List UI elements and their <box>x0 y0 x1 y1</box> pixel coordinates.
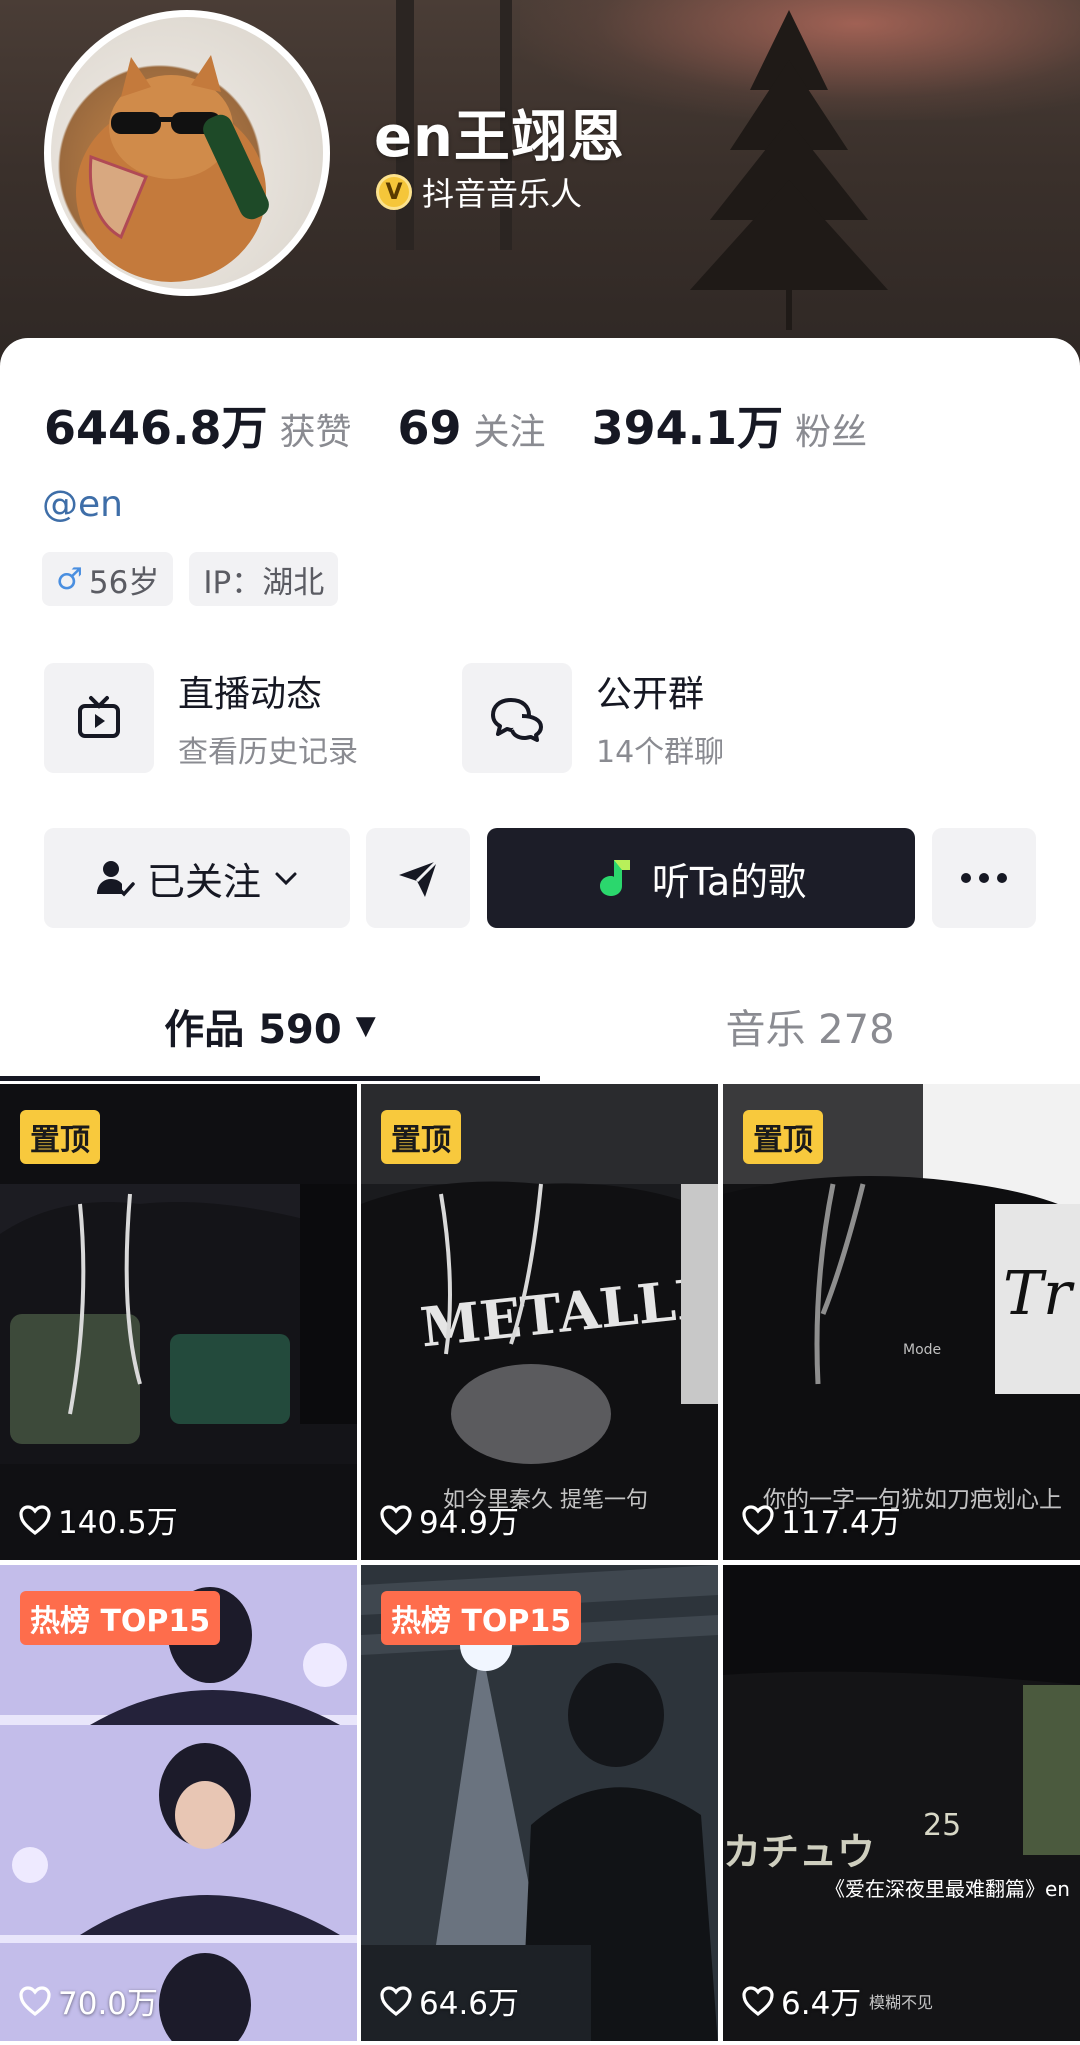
svg-text:25: 25 <box>923 1808 961 1843</box>
music-note-icon <box>599 860 630 896</box>
like-count: 64.6万 <box>379 1978 519 2023</box>
stat-followers[interactable]: 394.1万 粉丝 <box>592 392 868 458</box>
listen-songs-button[interactable]: 听Ta的歌 <box>487 828 915 928</box>
heart-icon <box>380 1985 412 2016</box>
pinned-badge: 置顶 <box>743 1110 823 1164</box>
video-thumbnail[interactable]: Tr Mode 置顶 你的一字一句犹如刀疤划心上 117.4万 <box>723 1084 1080 1560</box>
svg-text:カチュウ: カチュウ <box>723 1830 875 1874</box>
ip-location-tag: IP：湖北 <box>189 552 339 606</box>
tab-works-label: 作品 590 <box>164 1007 342 1053</box>
verification-label: 抖音音乐人 <box>422 175 583 213</box>
like-count-value: 140.5万 <box>58 1505 178 1541</box>
video-thumbnail[interactable]: 置顶 140.5万 <box>0 1084 357 1560</box>
profile-tags: ♂ 56岁 IP：湖北 <box>42 552 339 606</box>
pinned-badge: 置顶 <box>381 1110 461 1164</box>
like-count-value: 70.0万 <box>58 1986 159 2022</box>
avatar-cat-image <box>76 55 269 282</box>
live-history-card[interactable]: 直播动态 查看历史记录 <box>44 662 358 774</box>
tab-music[interactable]: 音乐 278 <box>540 970 1080 1082</box>
like-count-value: 6.4万 <box>781 1986 862 2022</box>
banner-tree <box>690 10 888 330</box>
more-dots-icon <box>961 873 1007 883</box>
tv-icon <box>44 663 154 773</box>
profile-header-banner: en王翊恩 V 抖音音乐人 <box>0 0 1080 380</box>
chat-bubbles-icon <box>462 663 572 773</box>
stat-following[interactable]: 69 关注 <box>398 401 546 455</box>
stat-value: 6446.8万 <box>44 401 268 455</box>
heart-icon <box>742 1985 774 2016</box>
video-thumbnail[interactable]: METALLICA 置顶 如今里秦久 提笔一句 94.9万 <box>361 1084 718 1560</box>
live-history-subtitle: 查看历史记录 <box>178 735 358 770</box>
action-buttons: 已关注 听Ta的歌 <box>44 828 1044 928</box>
svg-text:Tr: Tr <box>1003 1259 1075 1329</box>
stat-label: 关注 <box>473 412 546 453</box>
paper-plane-icon <box>399 859 439 897</box>
stat-label: 获赞 <box>279 412 352 453</box>
age-label: 56岁 <box>88 564 160 601</box>
public-group-subtitle: 14个群聊 <box>596 735 725 770</box>
avatar[interactable] <box>44 10 330 296</box>
like-count-value: 64.6万 <box>419 1986 520 2022</box>
heart-icon <box>19 1985 51 2016</box>
info-cards: 直播动态 查看历史记录 公开群 14个群聊 <box>44 662 1044 774</box>
content-tabs: 作品 590 ▼ 音乐 278 <box>0 970 1080 1082</box>
chevron-down-icon <box>275 872 297 886</box>
public-group-card[interactable]: 公开群 14个群聊 <box>462 662 724 774</box>
stat-likes[interactable]: 6446.8万 获赞 <box>44 392 352 458</box>
live-history-title: 直播动态 <box>178 674 323 715</box>
more-options-button[interactable] <box>932 828 1036 928</box>
profile-stats: 6446.8万 获赞 69 关注 394.1万 粉丝 <box>44 392 913 458</box>
profile-name: en王翊恩 <box>374 105 625 170</box>
share-button[interactable] <box>366 828 470 928</box>
video-grid: 置顶 140.5万 METALLICA 置顶 如今里秦久 提笔一句 94.9万 <box>0 1084 1080 2045</box>
public-group-title: 公开群 <box>596 674 705 715</box>
active-tab-indicator <box>0 1076 540 1081</box>
stat-value: 69 <box>397 401 462 455</box>
svg-text:Mode: Mode <box>903 1342 941 1358</box>
stat-value: 394.1万 <box>591 401 784 455</box>
male-gender-icon: ♂ <box>56 561 83 597</box>
ip-label: IP：湖北 <box>203 564 325 601</box>
user-handle: @en <box>42 484 123 525</box>
caret-down-icon: ▼ <box>355 1011 376 1041</box>
following-label: 已关注 <box>146 859 261 904</box>
like-count: 6.4万 <box>741 1978 861 2023</box>
video-caption: 《爱在深夜里最难翻篇》en <box>825 1877 1070 1901</box>
like-count: 94.9万 <box>379 1497 519 1542</box>
following-button[interactable]: 已关注 <box>44 828 350 928</box>
video-frame: カチュウ 25 <box>723 1565 1080 2041</box>
like-count: 70.0万 <box>18 1978 158 2023</box>
hot-chart-badge: 热榜 TOP15 <box>20 1591 221 1645</box>
video-subcaption: 模糊不见 <box>869 1993 934 2012</box>
stat-label: 粉丝 <box>795 412 868 453</box>
tab-music-label: 音乐 278 <box>725 1007 895 1053</box>
like-count-value: 117.4万 <box>781 1505 901 1541</box>
tab-works[interactable]: 作品 590 ▼ <box>0 970 540 1082</box>
hot-chart-badge: 热榜 TOP15 <box>381 1591 582 1645</box>
musician-verification[interactable]: V 抖音音乐人 <box>376 172 583 213</box>
user-check-icon <box>96 861 135 897</box>
like-count: 117.4万 <box>741 1497 901 1542</box>
verified-badge-icon: V <box>376 174 412 210</box>
age-tag: ♂ 56岁 <box>42 552 174 606</box>
video-thumbnail[interactable]: 热榜 TOP15 70.0万 <box>0 1565 357 2041</box>
heart-icon <box>380 1504 412 1535</box>
video-thumbnail[interactable]: カチュウ 25 《爱在深夜里最难翻篇》en 模糊不见 6.4万 <box>723 1565 1080 2041</box>
listen-songs-label: 听Ta的歌 <box>651 859 807 904</box>
like-count-value: 94.9万 <box>419 1505 520 1541</box>
heart-icon <box>742 1504 774 1535</box>
pinned-badge: 置顶 <box>20 1110 100 1164</box>
heart-icon <box>19 1504 51 1535</box>
video-thumbnail[interactable]: 热榜 TOP15 64.6万 <box>361 1565 718 2041</box>
like-count: 140.5万 <box>18 1497 178 1542</box>
